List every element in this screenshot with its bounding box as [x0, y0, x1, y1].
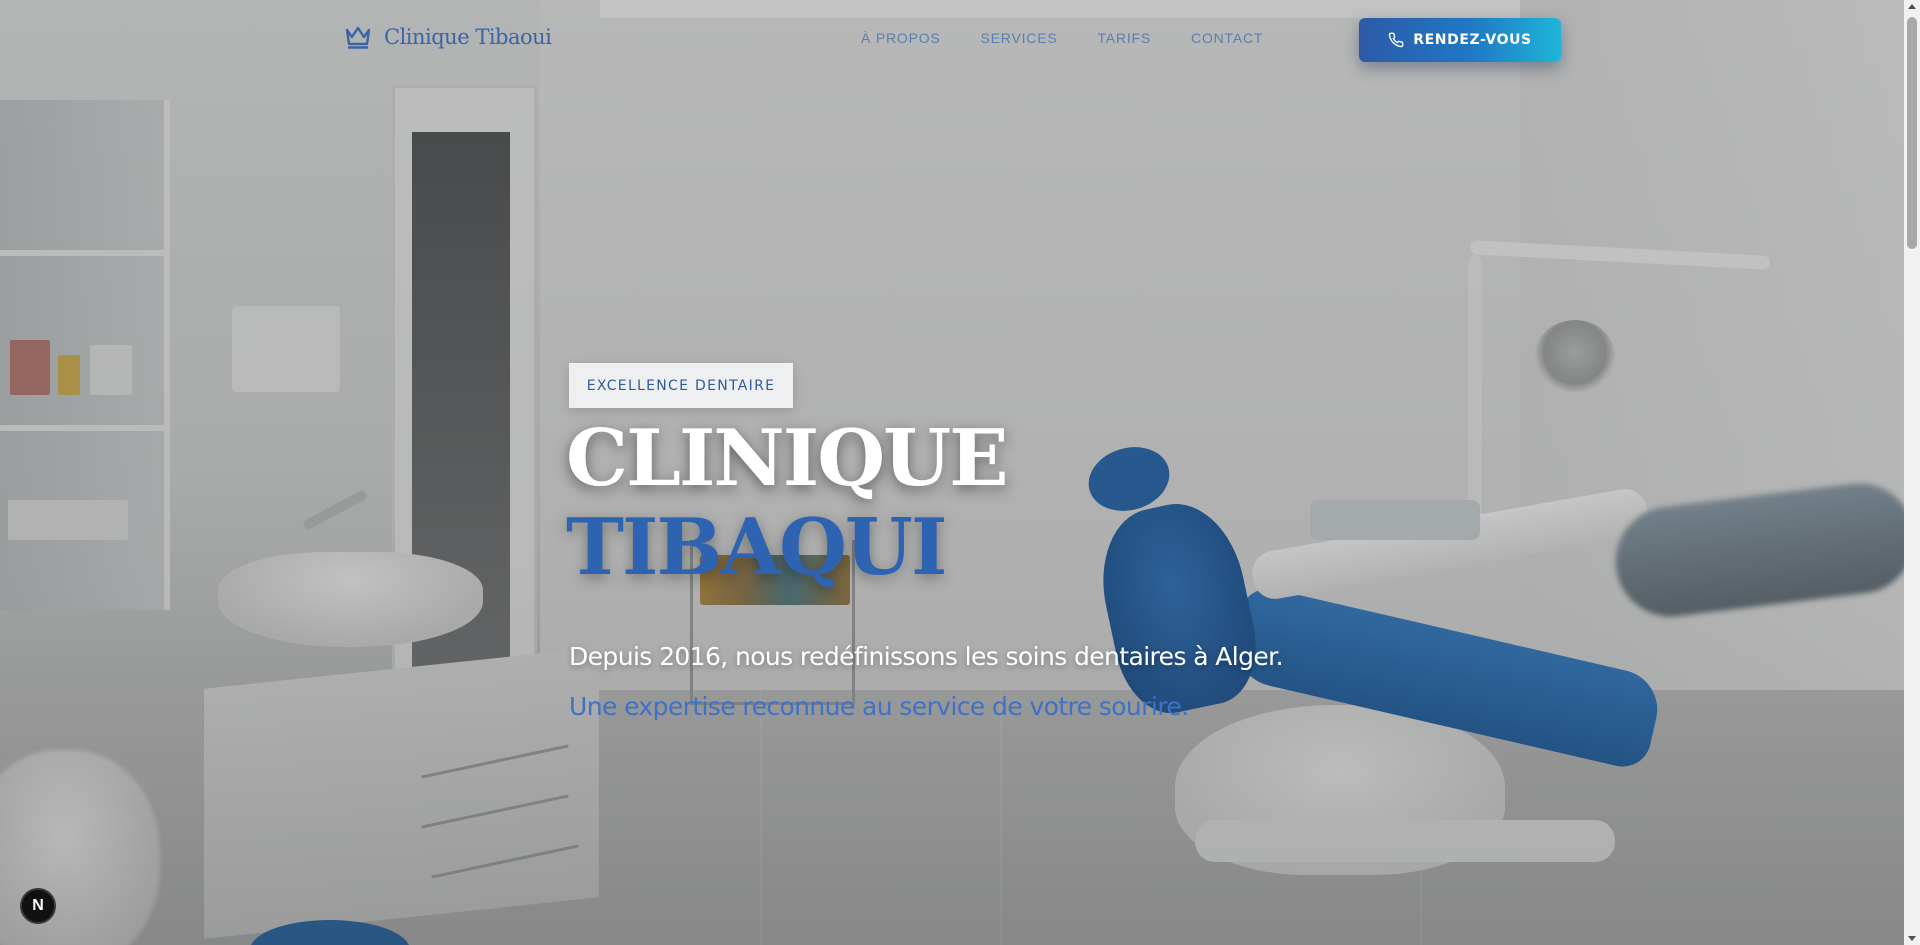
hero-title-line-1: CLINIQUE: [566, 413, 1009, 504]
page-scrollbar[interactable]: [1904, 0, 1920, 945]
scroll-up-arrow-icon[interactable]: [1908, 4, 1916, 9]
phone-icon: [1388, 32, 1404, 48]
crown-icon: [345, 26, 371, 49]
site-header: Clinique Tibaoui À PROPOS SERVICES TARIF…: [0, 0, 1904, 80]
hero-badge-label: EXCELLENCE DENTAIRE: [586, 377, 776, 394]
nav-link-pricing[interactable]: TARIFS: [1097, 30, 1151, 46]
scroll-down-arrow-icon[interactable]: [1908, 936, 1916, 941]
logo-link[interactable]: Clinique Tibaoui: [344, 24, 552, 50]
hero-badge: EXCELLENCE DENTAIRE: [569, 363, 793, 408]
scrollbar-thumb[interactable]: [1907, 17, 1917, 249]
appointment-button[interactable]: RENDEZ-VOUS: [1359, 18, 1561, 62]
appointment-button-label: RENDEZ-VOUS: [1413, 32, 1532, 48]
nav-link-contact[interactable]: CONTACT: [1191, 30, 1263, 46]
dev-tools-badge[interactable]: N: [20, 888, 56, 924]
hero-title-line-2: TIBAQUI: [566, 502, 947, 593]
hero-tagline: Une expertise reconnue au service de vot…: [569, 692, 1189, 721]
nav-link-services[interactable]: SERVICES: [981, 30, 1058, 46]
nav-link-about[interactable]: À PROPOS: [861, 30, 941, 46]
dev-tools-badge-label: N: [32, 897, 44, 914]
hero-subtitle: Depuis 2016, nous redéfinissons les soin…: [569, 642, 1284, 671]
logo-text: Clinique Tibaoui: [384, 25, 552, 49]
main-nav: À PROPOS SERVICES TARIFS CONTACT: [861, 30, 1263, 46]
